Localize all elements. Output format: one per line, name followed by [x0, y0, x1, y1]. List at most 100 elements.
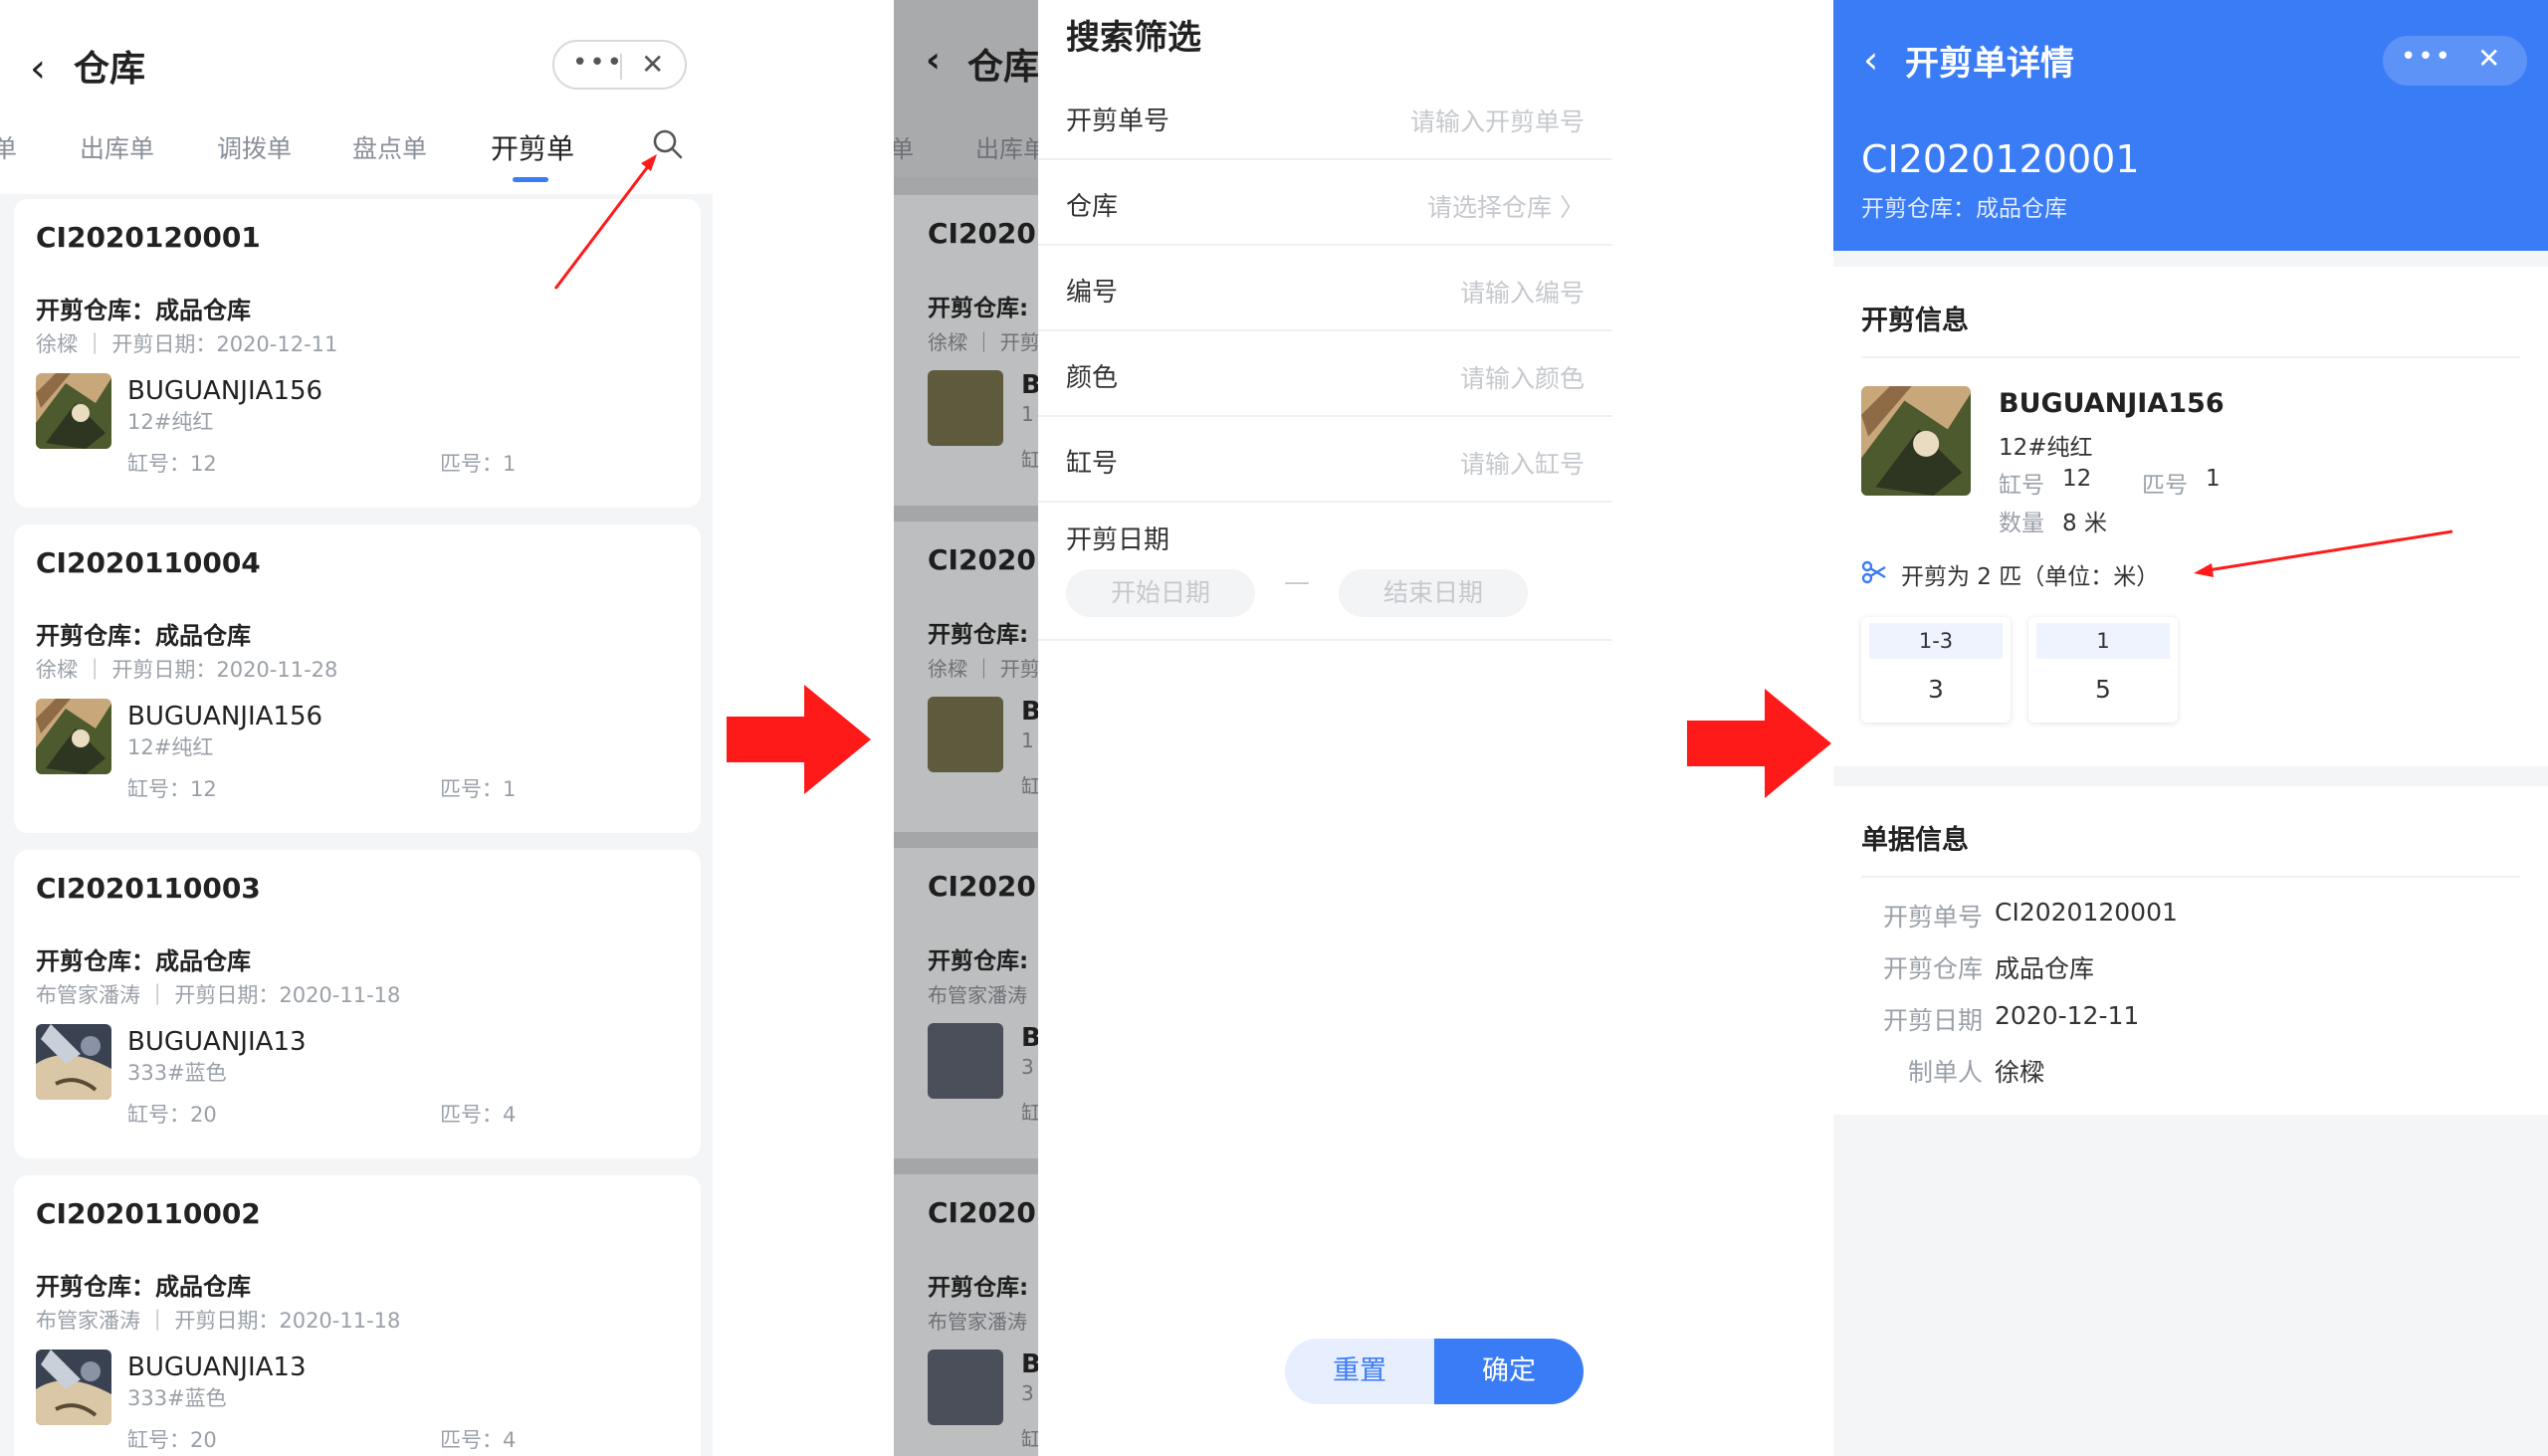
- cut-order-card[interactable]: CI2020110002 开剪仓库：成品仓库 布管家潘涛 ｜ 开剪日期：2020…: [14, 1175, 701, 1456]
- end-date-picker[interactable]: 结束日期: [1339, 569, 1528, 617]
- fabric-code: BUGUANJIA156: [127, 702, 323, 731]
- fabric-color: 12#纯红: [127, 410, 214, 434]
- mini-program-capsule: ••• ✕: [2383, 36, 2527, 86]
- fabric-color: 333#蓝色: [127, 1386, 227, 1410]
- divider: [1861, 876, 2520, 878]
- drawer-title: 搜索筛选: [1066, 18, 1201, 58]
- filter-label: 颜色: [1066, 363, 1119, 393]
- close-icon[interactable]: ✕: [2477, 42, 2500, 75]
- filter-row-vat[interactable]: 缸号 请输入缸号: [1038, 417, 1612, 503]
- cut-piece-tile: 1-3 3: [1861, 617, 2011, 723]
- backdrop-card-warehouse: 开剪仓库:: [928, 296, 1029, 321]
- cut-summary: 开剪为 2 匹（单位：米）: [1901, 564, 2160, 590]
- fabric-thumbnail: [1861, 386, 1971, 496]
- backdrop-card-vat: 缸: [1021, 1427, 1038, 1451]
- filter-row-order-number[interactable]: 开剪单号 请输入开剪单号: [1038, 75, 1612, 160]
- code-input[interactable]: 请输入编号: [1460, 274, 1585, 310]
- section-title: 单据信息: [1861, 825, 1969, 856]
- section-title: 开剪信息: [1861, 306, 1969, 336]
- order-meta: 徐樑 ｜ 开剪日期：2020-11-28: [36, 658, 338, 682]
- backdrop-card-warehouse: 开剪仓库:: [928, 948, 1029, 974]
- doc-key: 开剪日期: [1882, 1006, 1983, 1035]
- quantity-value: 8 米: [2062, 511, 2107, 536]
- reset-button[interactable]: 重置: [1285, 1339, 1434, 1404]
- backdrop-card-color: 3: [1021, 1381, 1034, 1405]
- date-range-label: 开剪日期: [1066, 525, 1170, 555]
- piece-number: 匹号：1: [440, 777, 517, 801]
- fabric-code: BUGUANJIA156: [127, 376, 323, 406]
- close-icon[interactable]: ✕: [641, 48, 664, 81]
- dimmed-list-backdrop[interactable]: ‹ 仓库 单 出库单 CI20201 开剪仓库: 徐樑 ｜ 开剪 B 1 缸 C…: [894, 0, 1038, 1456]
- piece-label: 匹号: [2142, 473, 2188, 499]
- order-number: CI2020110004: [36, 546, 261, 579]
- piece-head: 1-3: [1869, 623, 2003, 659]
- order-meta: 布管家潘涛 ｜ 开剪日期：2020-11-18: [36, 983, 401, 1007]
- doc-key: 制单人: [1907, 1058, 1983, 1087]
- date-separator: —: [1284, 567, 1310, 597]
- order-number: CI2020120001: [36, 221, 261, 254]
- order-warehouse: 开剪仓库：成品仓库: [36, 1273, 251, 1301]
- backdrop-card-number: CI20201: [928, 870, 1038, 903]
- chevron-left-icon[interactable]: ‹: [1863, 38, 1878, 82]
- backdrop-card-meta: 徐樑 ｜ 开剪: [928, 657, 1038, 681]
- filter-label: 开剪单号: [1066, 106, 1170, 136]
- fabric-color: 12#纯红: [127, 735, 214, 759]
- more-icon[interactable]: •••: [2401, 42, 2452, 72]
- fabric-thumbnail: [36, 373, 111, 449]
- filter-label: 缸号: [1066, 449, 1119, 479]
- piece-number: 匹号：4: [440, 1103, 517, 1127]
- fabric-code: BUGUANJIA13: [127, 1352, 307, 1382]
- color-input[interactable]: 请输入颜色: [1460, 359, 1585, 395]
- vat-number: 缸号：20: [127, 1103, 217, 1127]
- vat-label: 缸号: [1999, 473, 2044, 499]
- tab-partial[interactable]: 单: [0, 129, 17, 165]
- fabric-color: 12#纯红: [1999, 435, 2093, 461]
- filter-row-warehouse[interactable]: 仓库 请选择仓库 〉: [1038, 160, 1612, 246]
- doc-value: 成品仓库: [1995, 954, 2095, 983]
- backdrop-card-warehouse: 开剪仓库:: [928, 1275, 1029, 1301]
- filter-row-code[interactable]: 编号 请输入编号: [1038, 246, 1612, 331]
- more-icon[interactable]: •••: [572, 48, 624, 78]
- cut-order-detail-screen: ‹ 开剪单详情 ••• ✕ CI2020120001 开剪仓库：成品仓库 开剪信…: [1833, 0, 2548, 1456]
- order-number: CI2020110002: [36, 1197, 261, 1230]
- vat-number: 缸号：12: [127, 777, 217, 801]
- warehouse-select[interactable]: 请选择仓库 〉: [1427, 188, 1585, 224]
- cut-order-card[interactable]: CI2020110004 开剪仓库：成品仓库 徐樑 ｜ 开剪日期：2020-11…: [14, 524, 701, 833]
- fabric-code: BUGUANJIA156: [1999, 388, 2225, 419]
- annotation-pointer-line: [553, 154, 657, 290]
- tab-stocktake[interactable]: 盘点单: [352, 129, 427, 165]
- capsule-divider: [620, 54, 622, 80]
- piece-length: 3: [1928, 675, 1944, 704]
- cut-order-card[interactable]: CI2020110003 开剪仓库：成品仓库 布管家潘涛 ｜ 开剪日期：2020…: [14, 850, 701, 1158]
- backdrop-card-code: B: [1021, 1350, 1038, 1379]
- filter-label: 编号: [1066, 278, 1119, 308]
- backdrop-tab: 单: [894, 135, 914, 163]
- red-arrow-icon: [1687, 689, 1831, 798]
- vat-input[interactable]: 请输入缸号: [1460, 445, 1585, 481]
- red-arrow-icon: [727, 685, 871, 794]
- backdrop-card-warehouse: 开剪仓库:: [928, 622, 1029, 648]
- fabric-thumbnail: [36, 1024, 111, 1100]
- order-number-input[interactable]: 请输入开剪单号: [1410, 103, 1585, 138]
- divider: [1038, 639, 1612, 641]
- cut-piece-tile: 1 5: [2028, 617, 2178, 723]
- filter-row-color[interactable]: 颜色 请输入颜色: [1038, 331, 1612, 417]
- order-meta: 布管家潘涛 ｜ 开剪日期：2020-11-18: [36, 1309, 401, 1333]
- piece-value: 1: [2206, 466, 2221, 492]
- backdrop-card-number: CI20201: [928, 1196, 1038, 1229]
- page-title: 仓库: [74, 49, 146, 90]
- backdrop-card-color: 1: [1021, 402, 1034, 426]
- tab-outbound[interactable]: 出库单: [80, 129, 154, 165]
- fabric-thumbnail: [36, 1350, 111, 1425]
- backdrop-card-number: CI20201: [928, 543, 1038, 576]
- backdrop-card-vat: 缸: [1021, 774, 1038, 798]
- quantity-label: 数量: [1999, 511, 2044, 536]
- tab-transfer[interactable]: 调拨单: [217, 129, 292, 165]
- start-date-picker[interactable]: 开始日期: [1066, 569, 1255, 617]
- confirm-button[interactable]: 确定: [1434, 1339, 1584, 1404]
- backdrop-card-meta: 徐樑 ｜ 开剪: [928, 330, 1038, 354]
- backdrop-card-code: B: [1021, 1023, 1038, 1053]
- chevron-left-icon[interactable]: ‹: [30, 46, 46, 92]
- piece-head: 1: [2036, 623, 2170, 659]
- backdrop-card-code: B: [1021, 697, 1038, 727]
